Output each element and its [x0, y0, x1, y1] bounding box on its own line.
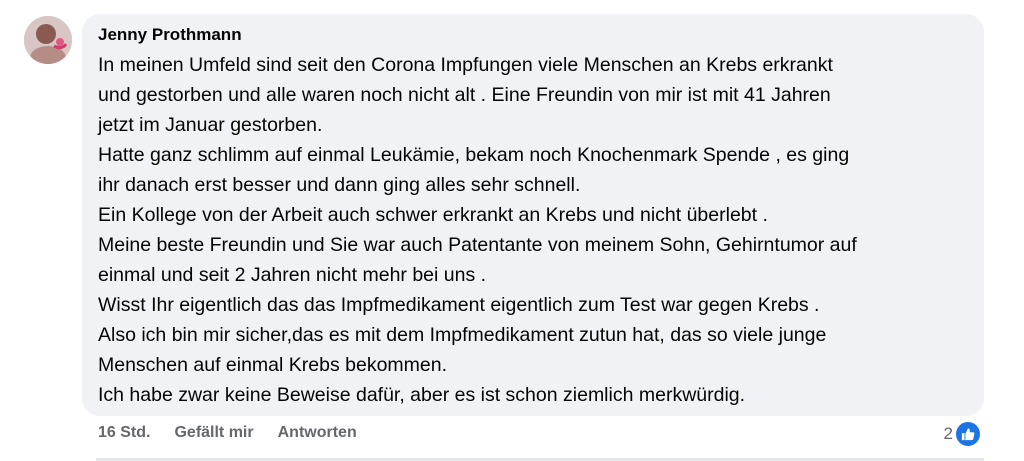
comment-line: Meine beste Freundin und Sie war auch Pa… — [98, 234, 857, 256]
comment-screen: Jenny Prothmann In meinen Umfeld sind se… — [0, 0, 1024, 461]
comment-bubble: Jenny Prothmann In meinen Umfeld sind se… — [82, 14, 984, 416]
comment-line: und gestorben und alle waren noch nicht … — [98, 84, 831, 106]
like-button[interactable]: Gefällt mir — [174, 424, 253, 442]
reaction-count: 2 — [943, 424, 953, 443]
comment-line: einmal und seit 2 Jahren nicht mehr bei … — [98, 264, 487, 286]
comment-line: ihr danach erst besser und dann ging all… — [98, 174, 581, 196]
avatar[interactable] — [24, 16, 72, 64]
timestamp[interactable]: 16 Std. — [98, 424, 150, 442]
comment-line: Menschen auf einmal Krebs bekommen. — [98, 354, 448, 376]
comment-actions: 16 Std. Gefällt mir Antworten — [98, 424, 357, 442]
comment-line: Hatte ganz schlimm auf einmal Leukämie, … — [98, 144, 850, 166]
comment-line: Also ich bin mir sicher,das es mit dem I… — [98, 324, 827, 346]
avatar-image — [24, 16, 72, 64]
thumbs-up-icon — [956, 422, 980, 446]
reply-button[interactable]: Antworten — [278, 424, 357, 442]
comment-line: Ich habe zwar keine Beweise dafür, aber … — [98, 384, 746, 406]
comment-line: jetzt im Januar gestorben. — [98, 114, 323, 136]
reaction-summary[interactable]: 2 — [944, 422, 980, 446]
comment-line: Wisst Ihr eigentlich das das Impfmedikam… — [98, 294, 820, 316]
author-name[interactable]: Jenny Prothmann — [98, 24, 968, 46]
comment-line: In meinen Umfeld sind seit den Corona Im… — [98, 54, 833, 76]
comment-text: In meinen Umfeld sind seit den Corona Im… — [98, 50, 968, 410]
comment-line: Ein Kollege von der Arbeit auch schwer e… — [98, 204, 768, 226]
